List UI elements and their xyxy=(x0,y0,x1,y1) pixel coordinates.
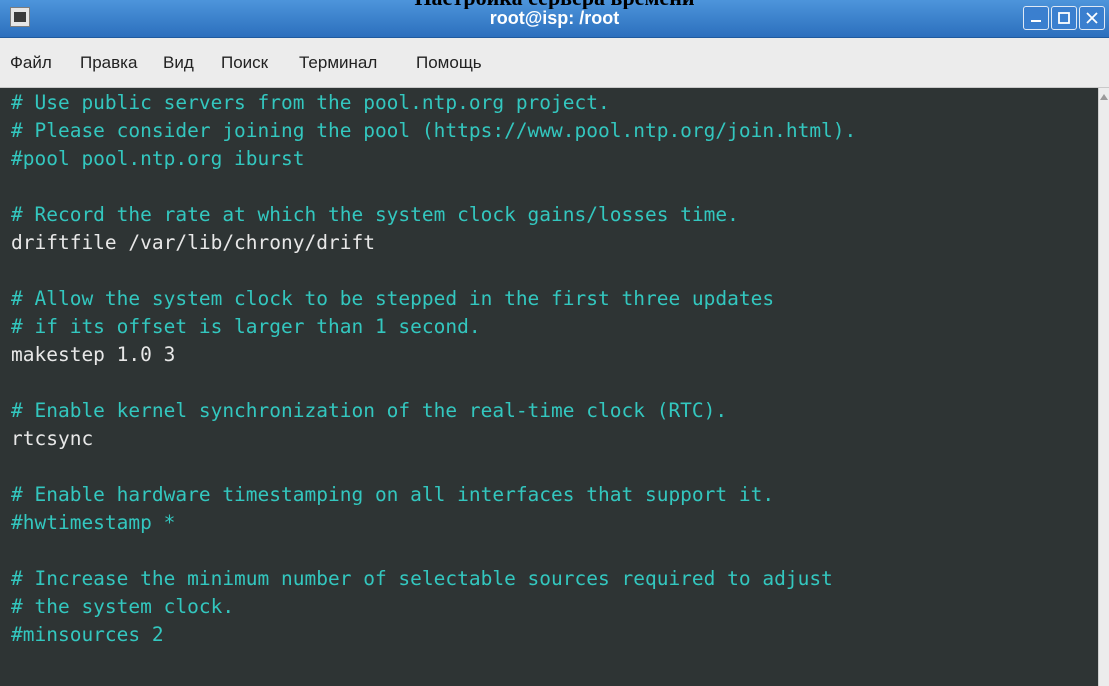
menu-help[interactable]: Помощь xyxy=(416,38,482,88)
window-controls xyxy=(1023,6,1105,30)
menu-search[interactable]: Поиск xyxy=(221,38,268,88)
terminal-line: # Enable hardware timestamping on all in… xyxy=(11,483,775,506)
window-title: root@isp: /root xyxy=(489,8,620,28)
terminal-line: driftfile /var/lib/chrony/drift xyxy=(11,231,375,254)
terminal-line: # Enable kernel synchronization of the r… xyxy=(11,399,728,422)
close-button[interactable] xyxy=(1079,6,1105,30)
terminal-line: # Please consider joining the pool (http… xyxy=(11,119,857,142)
terminal-content[interactable]: # Use public servers from the pool.ntp.o… xyxy=(0,88,1098,686)
close-icon xyxy=(1086,12,1098,24)
terminal-line: rtcsync xyxy=(11,427,94,450)
terminal-line: # Increase the minimum number of selecta… xyxy=(11,567,833,590)
terminal-line: # Record the rate at which the system cl… xyxy=(11,203,739,226)
terminal-line: # the system clock. xyxy=(11,595,235,618)
scroll-up-icon[interactable] xyxy=(1100,94,1108,100)
menu-view[interactable]: Вид xyxy=(163,38,194,88)
title-bar[interactable]: root@isp: /root Настройка сервера времен… xyxy=(0,0,1109,38)
terminal-window: root@isp: /root Настройка сервера времен… xyxy=(0,0,1109,686)
terminal-line: #pool pool.ntp.org iburst xyxy=(11,147,305,170)
menu-edit[interactable]: Правка xyxy=(80,38,137,88)
terminal-line: # Use public servers from the pool.ntp.o… xyxy=(11,91,610,114)
terminal-line: makestep 1.0 3 xyxy=(11,343,176,366)
terminal-line: #minsources 2 xyxy=(11,623,164,646)
menu-bar: Файл Правка Вид Поиск Терминал Помощь xyxy=(0,38,1109,88)
vertical-scrollbar[interactable] xyxy=(1098,88,1109,686)
terminal-line: # if its offset is larger than 1 second. xyxy=(11,315,481,338)
menu-file[interactable]: Файл xyxy=(10,38,52,88)
minimize-icon xyxy=(1031,20,1041,22)
menu-terminal[interactable]: Терминал xyxy=(299,38,377,88)
terminal-line: #hwtimestamp * xyxy=(11,511,176,534)
terminal-line: # Allow the system clock to be stepped i… xyxy=(11,287,775,310)
minimize-button[interactable] xyxy=(1023,6,1049,30)
maximize-button[interactable] xyxy=(1051,6,1077,30)
maximize-icon xyxy=(1058,12,1070,24)
